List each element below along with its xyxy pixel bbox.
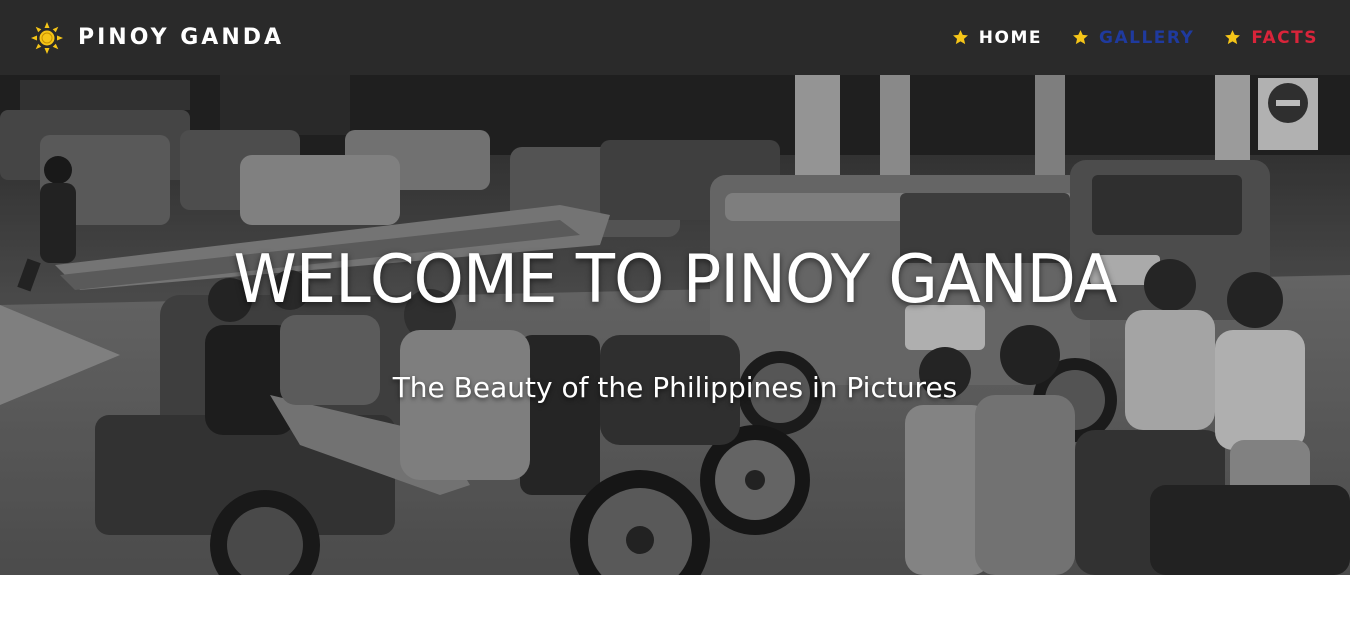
hero-subtitle: The Beauty of the Philippines in Picture… bbox=[392, 371, 958, 404]
nav-links: HOME GALLERY FACTS bbox=[952, 28, 1318, 48]
brand[interactable]: PINOY GANDA bbox=[30, 21, 284, 55]
hero-overlay bbox=[0, 75, 1350, 575]
nav-label-home: HOME bbox=[978, 27, 1042, 48]
nav-item-facts[interactable]: FACTS bbox=[1224, 28, 1318, 48]
hero-title: WELCOME TO PINOY GANDA bbox=[233, 241, 1117, 319]
nav-item-home[interactable]: HOME bbox=[952, 28, 1042, 48]
star-icon bbox=[1073, 30, 1088, 45]
page-content-area bbox=[0, 575, 1350, 637]
star-icon bbox=[952, 30, 968, 45]
star-icon bbox=[1225, 30, 1241, 45]
nav-label-facts: FACTS bbox=[1251, 27, 1318, 48]
hero-banner: WELCOME TO PINOY GANDA The Beauty of the… bbox=[0, 75, 1350, 575]
sun-icon bbox=[31, 21, 63, 54]
nav-item-gallery[interactable]: GALLERY bbox=[1072, 28, 1194, 48]
brand-name: PINOY GANDA bbox=[78, 25, 285, 50]
nav-label-gallery: GALLERY bbox=[1099, 27, 1195, 48]
top-navbar: PINOY GANDA HOME GALLERY FACTS bbox=[0, 0, 1350, 75]
